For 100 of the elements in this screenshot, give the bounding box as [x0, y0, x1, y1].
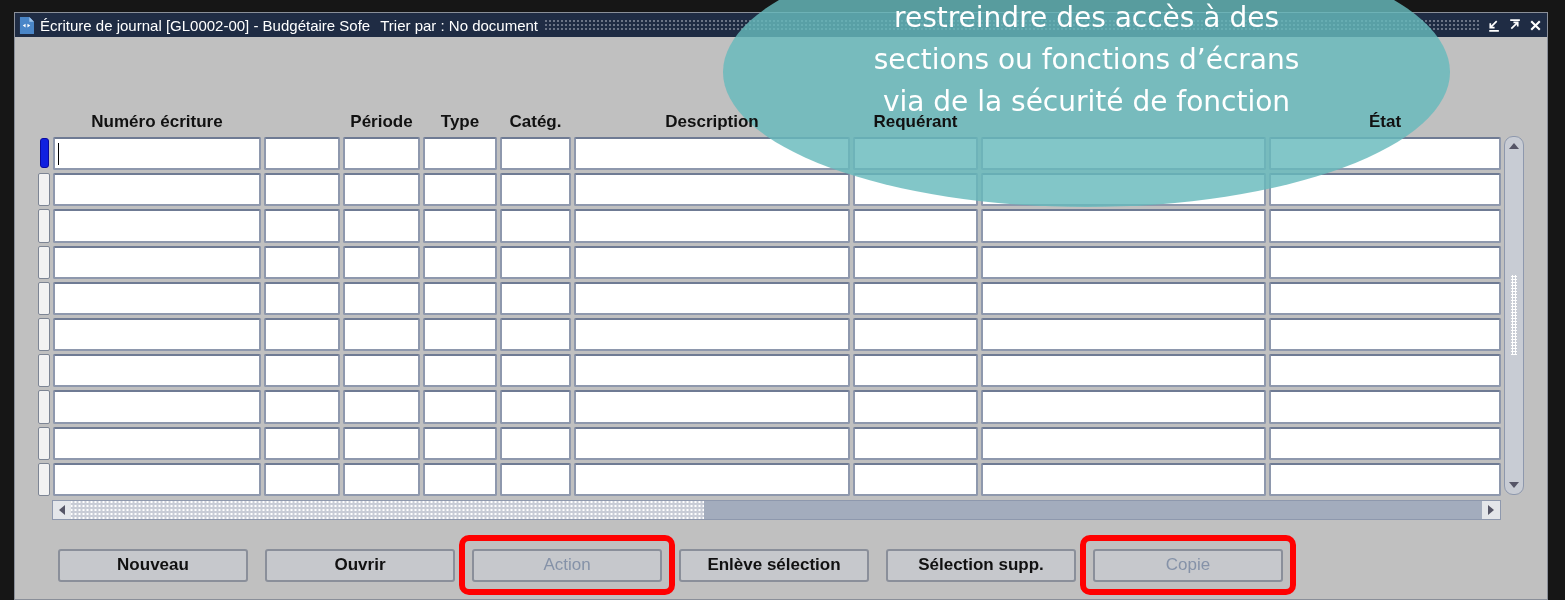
- record-indicator[interactable]: [38, 426, 50, 460]
- record-indicator[interactable]: [38, 173, 50, 207]
- input-field[interactable]: [1269, 317, 1501, 352]
- input-field[interactable]: [264, 281, 340, 315]
- input-field[interactable]: [53, 245, 261, 279]
- input-field[interactable]: [981, 462, 1266, 496]
- scroll-thumb[interactable]: [71, 500, 704, 519]
- input-field[interactable]: [981, 317, 1266, 352]
- scroll-left-icon[interactable]: [53, 500, 71, 519]
- input-field[interactable]: [53, 390, 261, 424]
- input-field[interactable]: [1269, 245, 1501, 279]
- input-field[interactable]: [1269, 426, 1501, 460]
- input-field[interactable]: [500, 354, 571, 388]
- input-field[interactable]: [500, 462, 571, 496]
- input-field[interactable]: [500, 426, 571, 460]
- vertical-scrollbar[interactable]: [1504, 135, 1524, 495]
- input-field[interactable]: [343, 245, 420, 279]
- input-field[interactable]: [343, 390, 420, 424]
- input-field[interactable]: [574, 281, 850, 315]
- input-field[interactable]: [1269, 281, 1501, 315]
- input-field[interactable]: [53, 281, 261, 315]
- input-field[interactable]: [343, 462, 420, 496]
- input-field[interactable]: [53, 137, 261, 171]
- input-field[interactable]: [853, 317, 978, 352]
- record-indicator[interactable]: [38, 462, 50, 496]
- input-field[interactable]: [853, 354, 978, 388]
- input-field[interactable]: [423, 245, 497, 279]
- input-field[interactable]: [264, 354, 340, 388]
- input-field[interactable]: [343, 281, 420, 315]
- input-field[interactable]: [423, 317, 497, 352]
- input-field[interactable]: [1269, 173, 1501, 207]
- input-field[interactable]: [53, 462, 261, 496]
- input-field[interactable]: [1269, 354, 1501, 388]
- input-field[interactable]: [264, 173, 340, 207]
- input-field[interactable]: [264, 209, 340, 243]
- input-field[interactable]: [1269, 209, 1501, 243]
- input-field[interactable]: [981, 281, 1266, 315]
- action-button[interactable]: Ouvrir: [265, 548, 455, 582]
- input-field[interactable]: [343, 137, 420, 171]
- input-field[interactable]: [574, 245, 850, 279]
- record-indicator[interactable]: [38, 245, 50, 279]
- input-field[interactable]: [264, 426, 340, 460]
- input-field[interactable]: [500, 209, 571, 243]
- record-indicator[interactable]: [38, 209, 50, 243]
- input-field[interactable]: [423, 354, 497, 388]
- input-field[interactable]: [500, 390, 571, 424]
- input-field[interactable]: [574, 317, 850, 352]
- input-field[interactable]: [343, 354, 420, 388]
- record-indicator[interactable]: [40, 138, 49, 168]
- input-field[interactable]: [574, 426, 850, 460]
- horizontal-scrollbar[interactable]: [52, 499, 1501, 520]
- input-field[interactable]: [264, 390, 340, 424]
- input-field[interactable]: [853, 462, 978, 496]
- input-field[interactable]: [853, 426, 978, 460]
- input-field[interactable]: [981, 390, 1266, 424]
- input-field[interactable]: [853, 281, 978, 315]
- record-indicator[interactable]: [38, 317, 50, 352]
- input-field[interactable]: [574, 209, 850, 243]
- input-field[interactable]: [853, 390, 978, 424]
- input-field[interactable]: [500, 245, 571, 279]
- input-field[interactable]: [500, 317, 571, 352]
- input-field[interactable]: [53, 426, 261, 460]
- input-field[interactable]: [853, 245, 978, 279]
- scroll-right-icon[interactable]: [1482, 500, 1500, 519]
- input-field[interactable]: [53, 173, 261, 207]
- input-field[interactable]: [343, 426, 420, 460]
- input-field[interactable]: [423, 462, 497, 496]
- record-indicator[interactable]: [38, 354, 50, 388]
- input-field[interactable]: [264, 245, 340, 279]
- record-indicator[interactable]: [38, 281, 50, 315]
- input-field[interactable]: [1269, 462, 1501, 496]
- input-field[interactable]: [343, 173, 420, 207]
- input-field[interactable]: [981, 245, 1266, 279]
- input-field[interactable]: [423, 209, 497, 243]
- input-field[interactable]: [264, 137, 340, 171]
- input-field[interactable]: [500, 281, 571, 315]
- input-field[interactable]: [423, 137, 497, 171]
- input-field[interactable]: [343, 317, 420, 352]
- input-field[interactable]: [1269, 390, 1501, 424]
- input-field[interactable]: [981, 354, 1266, 388]
- input-field[interactable]: [423, 281, 497, 315]
- scroll-grip[interactable]: [1511, 275, 1517, 356]
- input-field[interactable]: [574, 462, 850, 496]
- input-field[interactable]: [574, 354, 850, 388]
- input-field[interactable]: [53, 209, 261, 243]
- input-field[interactable]: [574, 390, 850, 424]
- action-button[interactable]: Sélection supp.: [886, 548, 1076, 582]
- input-field[interactable]: [853, 209, 978, 243]
- input-field[interactable]: [500, 137, 571, 171]
- input-field[interactable]: [500, 173, 571, 207]
- input-field[interactable]: [264, 317, 340, 352]
- input-field[interactable]: [423, 426, 497, 460]
- input-field[interactable]: [53, 354, 261, 388]
- input-field[interactable]: [981, 426, 1266, 460]
- input-field[interactable]: [423, 173, 497, 207]
- action-button[interactable]: Nouveau: [58, 548, 248, 582]
- input-field[interactable]: [574, 173, 850, 207]
- input-field[interactable]: [343, 209, 420, 243]
- input-field[interactable]: [264, 462, 340, 496]
- input-field[interactable]: [423, 390, 497, 424]
